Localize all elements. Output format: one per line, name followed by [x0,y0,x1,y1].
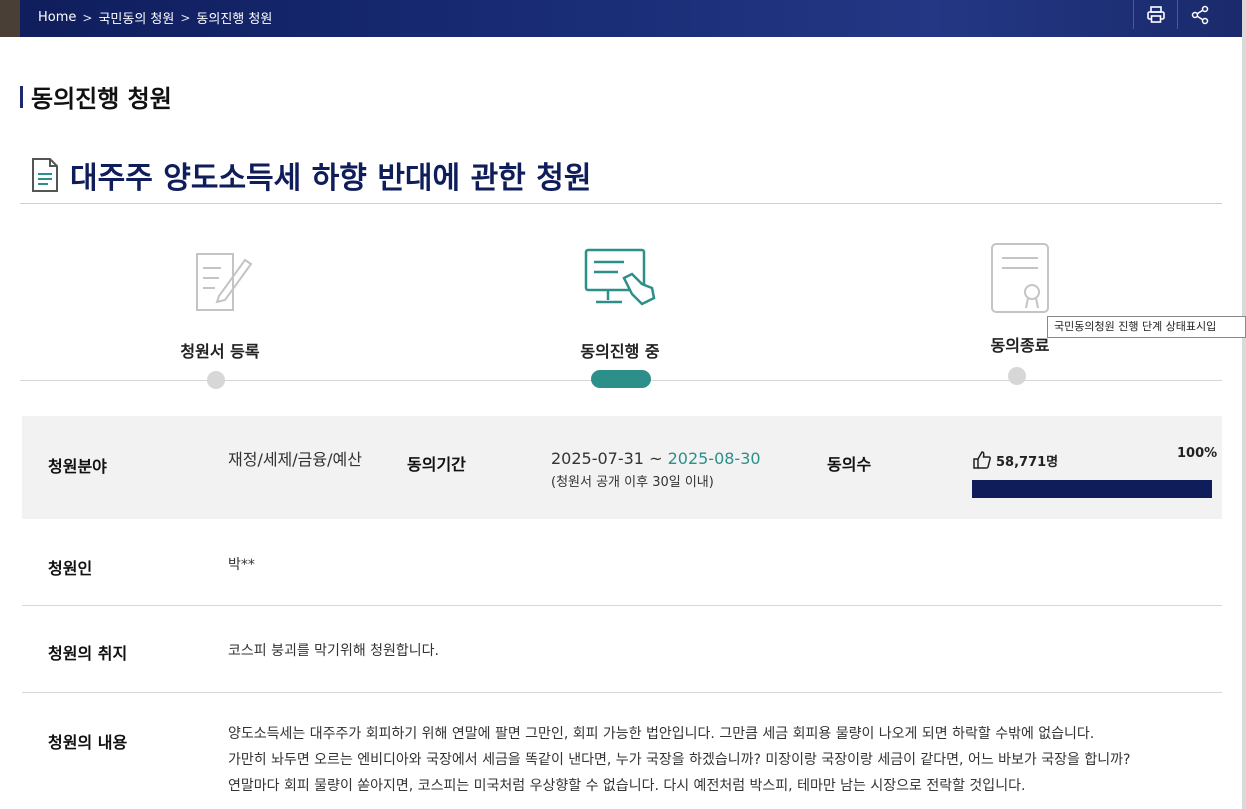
banner-edge [0,0,20,37]
period-start: 2025-07-31 [551,449,644,468]
content-body: 양도소득세는 대주주가 회피하기 위해 연말에 팔면 그만인, 회피 가능한 법… [228,721,1228,799]
section-title: 동의진행 청원 [20,79,172,114]
divider [20,203,1222,204]
period-value: 2025-07-31 ~ 2025-08-30 [551,449,761,468]
field-value: 재정/세제/금융/예산 [228,450,362,469]
petitioner-row: 청원인 박** [22,519,1222,605]
breadcrumb-separator: > [180,10,191,25]
period-end: 2025-08-30 [667,449,761,468]
document-icon [32,158,58,192]
breadcrumb: Home > 국민동의 청원 > 동의진행 청원 [38,8,272,27]
period-separator: ~ [649,449,663,468]
breadcrumb-level2[interactable]: 동의진행 청원 [196,8,272,27]
certificate-icon [991,243,1049,313]
count-value: 58,771명 [996,454,1059,470]
period-note: (청원서 공개 이후 30일 이내) [551,475,714,490]
share-button[interactable] [1177,0,1221,29]
monitor-hand-icon [584,248,656,306]
breadcrumb-separator: > [82,10,93,25]
breadcrumb-level1[interactable]: 국민동의 청원 [98,8,174,27]
breadcrumb-home[interactable]: Home [38,10,76,25]
content-line: 연말마다 회피 물량이 쏟아지면, 코스피는 미국처럼 우상향할 수 없습니다.… [228,778,1026,794]
purpose-value: 코스피 붕괴를 막기위해 청원합니다. [228,643,439,659]
petition-title-text: 대주주 양도소득세 하향 반대에 관한 청원 [70,161,592,196]
share-icon [1191,5,1208,24]
content-line: 양도소득세는 대주주가 회피하기 위해 연말에 팔면 그만인, 회피 가능한 법… [228,726,1095,742]
status-tooltip: 국민동의청원 진행 단계 상태표시입 [1047,316,1246,338]
step-dot-current [591,370,651,388]
progress-fill [972,480,1212,498]
top-banner: Home > 국민동의 청원 > 동의진행 청원 [0,0,1242,37]
thumbs-up-icon [973,451,991,469]
step-label: 동의진행 중 [580,342,660,361]
section-title-bar [20,85,23,108]
count-display: 58,771명 [972,450,1058,470]
petition-info-row: 청원분야 재정/세제/금융/예산 동의기간 2025-07-31 ~ 2025-… [22,416,1222,519]
count-label: 동의수 [827,455,872,474]
field-label: 청원분야 [48,457,107,476]
content-line: 가만히 놔두면 오르는 엔비디아와 국장에서 세금을 똑같이 낸다면, 누가 국… [228,752,1131,768]
progress-bar [972,480,1212,498]
petitioner-label: 청원인 [48,559,93,578]
section-title-text: 동의진행 청원 [31,85,172,113]
count-percent: 100% [1177,446,1218,461]
purpose-label: 청원의 취지 [48,644,128,663]
step-in-progress: 동의진행 중 [550,244,690,362]
purpose-row: 청원의 취지 코스피 붕괴를 막기위해 청원합니다. [22,606,1222,692]
printer-icon [1146,5,1165,23]
step-dot-completed [1008,367,1026,385]
step-dot-registered [207,371,225,389]
step-label: 청원서 등록 [180,342,260,361]
print-button[interactable] [1133,0,1177,29]
period-label: 동의기간 [407,455,466,474]
pen-paper-icon [196,253,253,311]
scrollbar-track[interactable] [1242,0,1246,809]
step-registered: 청원서 등록 [150,248,290,362]
petitioner-value: 박** [228,557,255,573]
step-completed: 동의종료 [950,242,1090,356]
content-label: 청원의 내용 [48,733,128,752]
page-title: 대주주 양도소득세 하향 반대에 관한 청원 [30,153,591,197]
